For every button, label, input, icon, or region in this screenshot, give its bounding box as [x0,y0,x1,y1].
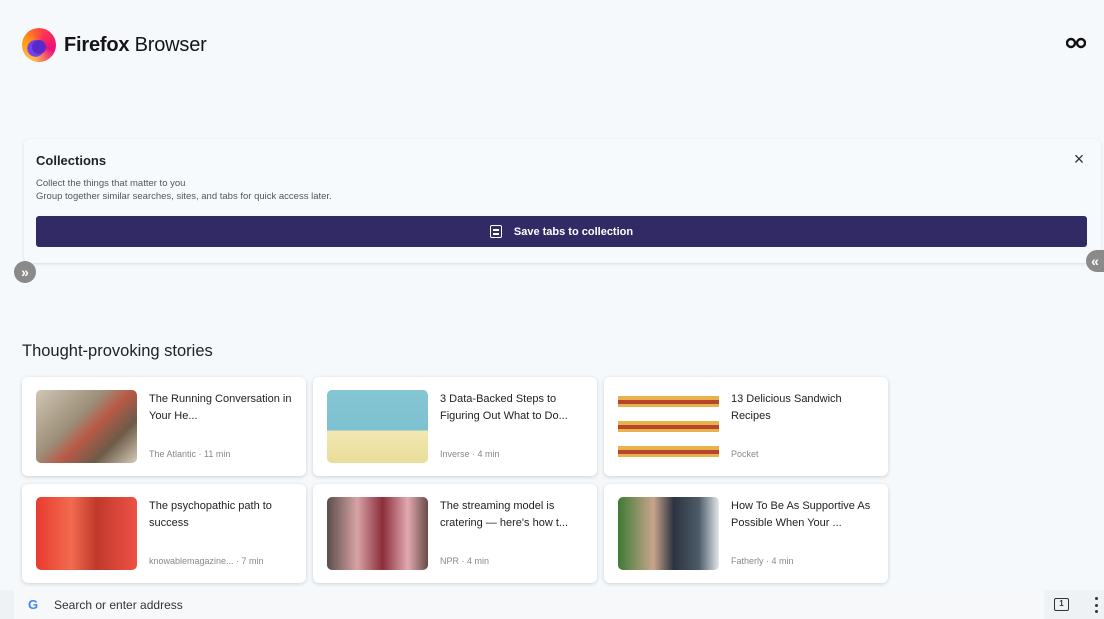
collections-card: Collections Collect the things that matt… [24,139,1101,263]
story-card[interactable]: How To Be As Supportive As Possible When… [604,484,888,583]
story-thumbnail [618,497,719,570]
header: Firefox Browser [22,26,207,64]
story-meta: NPR · 4 min [440,556,490,566]
scroll-right-button[interactable]: « [1086,250,1104,272]
collections-title: Collections [36,153,107,168]
story-title: 13 Delicious Sandwich Recipes [731,393,842,422]
story-title: The streaming model is cratering — here'… [440,500,569,529]
story-card[interactable]: 3 Data-Backed Steps to Figuring Out What… [313,377,597,476]
story-title: The psychopathic path to success [149,500,272,529]
address-toolbar: G Search or enter address 1 [0,590,1104,619]
story-card[interactable]: The Running Conversation in Your He... T… [22,377,306,476]
story-meta: Inverse · 4 min [440,449,500,459]
browser-wordmark: Firefox Browser [64,33,207,56]
stories-section-title: Thought-provoking stories [22,342,213,360]
collection-icon [489,225,502,238]
address-placeholder[interactable]: Search or enter address [54,598,183,612]
tab-counter-icon[interactable]: 1 [1054,598,1069,611]
story-thumbnail [327,390,428,463]
close-icon[interactable]: × [1071,150,1087,168]
google-search-engine-icon[interactable]: G [26,597,40,612]
address-field[interactable]: G Search or enter address [14,590,1044,619]
story-meta: Fatherly · 4 min [731,556,794,566]
story-thumbnail [36,497,137,570]
story-thumbnail [36,390,137,463]
story-meta: knowablemagazine... · 7 min [149,556,264,566]
story-meta: The Atlantic · 11 min [149,449,231,459]
story-thumbnail [327,497,428,570]
collections-description: Collect the things that matter to you Gr… [36,178,332,202]
story-card[interactable]: 13 Delicious Sandwich Recipes Pocket [604,377,888,476]
more-menu-icon[interactable] [1094,597,1098,613]
save-tabs-to-collection-button[interactable]: Save tabs to collection [36,216,1087,247]
story-title: 3 Data-Backed Steps to Figuring Out What… [440,393,568,422]
story-card[interactable]: The psychopathic path to success knowabl… [22,484,306,583]
private-mask-icon[interactable] [1066,36,1086,50]
story-meta: Pocket [731,449,759,459]
story-card[interactable]: The streaming model is cratering — here'… [313,484,597,583]
save-button-label: Save tabs to collection [513,225,634,238]
scroll-left-button[interactable]: » [14,261,36,283]
story-title: The Running Conversation in Your He... [149,393,292,422]
firefox-logo-icon [22,28,56,62]
story-title: How To Be As Supportive As Possible When… [731,500,871,529]
story-thumbnail [618,390,719,463]
